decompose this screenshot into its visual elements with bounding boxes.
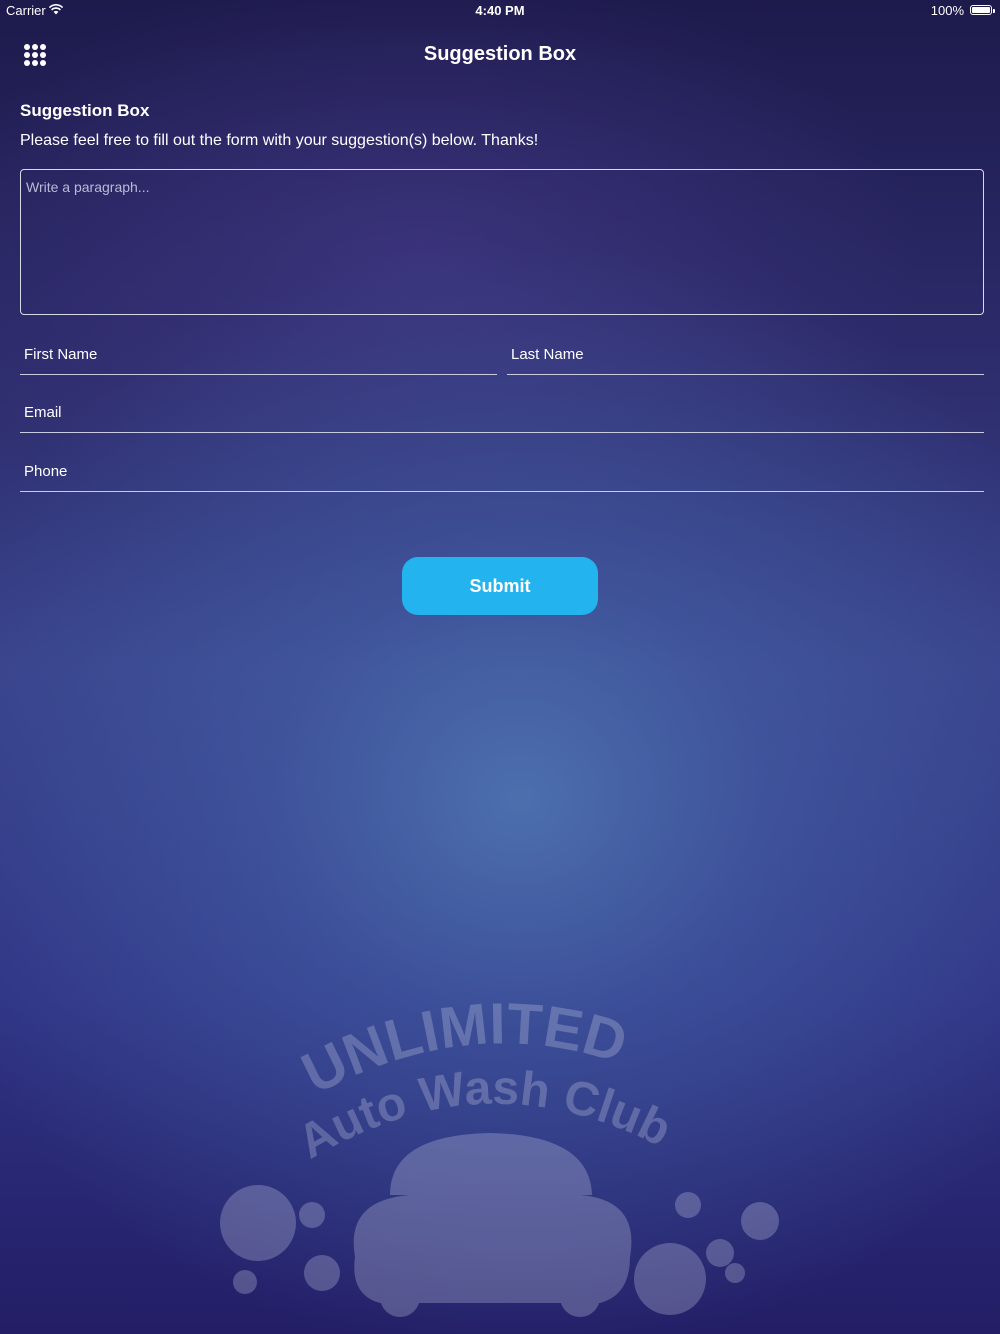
- phone-input[interactable]: [20, 451, 984, 491]
- submit-button[interactable]: Submit: [402, 557, 598, 615]
- navigation-bar: Suggestion Box: [0, 22, 1000, 88]
- email-field-container: [20, 392, 984, 433]
- watermark-logo: UNLIMITED Auto Wash Club: [220, 995, 779, 1317]
- email-input[interactable]: [20, 392, 984, 432]
- suggestion-textarea-container: [20, 169, 984, 315]
- last-name-field-container: [507, 334, 984, 375]
- form-intro-text: Please feel free to fill out the form wi…: [20, 132, 539, 149]
- first-name-field-container: [20, 334, 497, 375]
- clock-time: 4:40 PM: [475, 3, 525, 18]
- battery-percentage: 100%: [930, 3, 964, 18]
- phone-field-container: [20, 451, 984, 492]
- first-name-input[interactable]: [20, 334, 497, 374]
- form-heading: Suggestion Box: [20, 101, 150, 120]
- page-title: Suggestion Box: [423, 43, 577, 65]
- last-name-input[interactable]: [507, 334, 984, 374]
- suggestion-textarea[interactable]: [21, 170, 983, 314]
- status-bar: Carrier 4:40 PM 100%: [0, 0, 1000, 22]
- car-icon: [353, 1133, 632, 1317]
- form-header: Suggestion Box Please feel free to fill …: [20, 100, 984, 152]
- battery-icon: [970, 5, 995, 15]
